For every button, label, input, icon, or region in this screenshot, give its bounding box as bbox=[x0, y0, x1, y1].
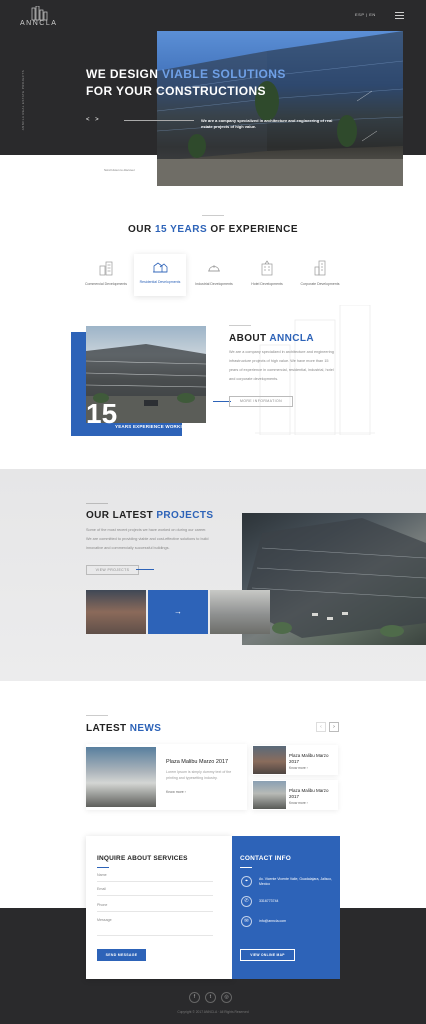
projects-title-a: OUR LATEST bbox=[86, 510, 157, 521]
twitter-icon[interactable]: t bbox=[205, 992, 216, 1003]
hero-title-highlight: VIABLE SOLUTIONS bbox=[162, 67, 286, 81]
news-main-title[interactable]: Plaza Malibu Marzo 2017 bbox=[166, 759, 228, 765]
news-side-card[interactable]: Plaza Malibu Marzo 2017 Know more › bbox=[252, 745, 338, 775]
residential-icon bbox=[153, 262, 168, 273]
corporate-tower-icon bbox=[314, 260, 326, 276]
phone-field[interactable]: Phone bbox=[97, 903, 213, 912]
experience-divider bbox=[202, 215, 224, 216]
years-label: YEARS EXPERIENCE WORKING bbox=[115, 424, 190, 429]
news-prev-button[interactable]: ‹ bbox=[316, 722, 326, 732]
inquire-title: INQUIRE ABOUT SERVICES bbox=[97, 855, 188, 862]
contact-email[interactable]: info@anncla.com bbox=[259, 919, 335, 924]
news-side-know-more-link[interactable]: Know more › bbox=[289, 801, 308, 805]
news-main-text: Lorem Ipsum is simply dummy text of the … bbox=[166, 770, 232, 780]
years-number: 15 bbox=[86, 398, 118, 429]
hero-building-image bbox=[157, 31, 403, 186]
projects-title: OUR LATEST PROJECTS bbox=[86, 510, 213, 521]
news-side-title: Plaza Malibu Marzo 2017 bbox=[289, 788, 329, 799]
category-label: Corporate Developments bbox=[300, 282, 340, 286]
category-label: Industrial Developments bbox=[195, 282, 233, 286]
email-field[interactable]: Email bbox=[97, 887, 213, 896]
office-buildings-icon bbox=[99, 261, 113, 276]
experience-title-a: OUR bbox=[127, 224, 155, 235]
about-title-a: ABOUT bbox=[229, 333, 270, 344]
arrow-right-icon: → bbox=[174, 607, 182, 616]
category-industrial[interactable]: Industrial Developments bbox=[188, 256, 240, 286]
category-commercial[interactable]: Commercial Developments bbox=[80, 256, 132, 286]
phone-icon: ✆ bbox=[241, 896, 252, 907]
logo-text: ANNCLA bbox=[20, 20, 58, 27]
projects-title-highlight: PROJECTS bbox=[156, 510, 214, 521]
hamburger-menu-icon[interactable] bbox=[395, 12, 404, 19]
about-divider bbox=[229, 325, 251, 326]
send-message-button[interactable]: SEND MESSAGE bbox=[97, 949, 146, 961]
category-label: Hotel Developments bbox=[251, 282, 283, 286]
project-thumbnail[interactable] bbox=[86, 590, 146, 634]
category-label: Residential Developments bbox=[139, 280, 181, 284]
view-online-map-button[interactable]: VIEW ONLINE MAP bbox=[240, 949, 295, 961]
about-title: ABOUT ANNCLA bbox=[229, 333, 314, 344]
contact-title: CONTACT INFO bbox=[240, 855, 292, 862]
news-main-image[interactable] bbox=[86, 747, 156, 807]
about-text: We are a company specialized in architec… bbox=[229, 350, 334, 381]
news-title-highlight: NEWS bbox=[129, 723, 162, 734]
language-switcher[interactable]: ESP | EN bbox=[355, 12, 376, 17]
inquire-divider bbox=[97, 867, 109, 868]
message-field[interactable]: Message bbox=[97, 918, 213, 936]
category-corporate[interactable]: Corporate Developments bbox=[294, 256, 346, 286]
hero-description: We are a company specialized in architec… bbox=[201, 118, 333, 129]
experience-title-c: OF EXPERIENCE bbox=[207, 224, 299, 235]
category-residential[interactable]: Residential Developments bbox=[134, 254, 186, 296]
experience-title-highlight: 15 YEARS bbox=[154, 224, 208, 235]
category-label: Commercial Developments bbox=[84, 282, 127, 286]
facebook-icon[interactable]: f bbox=[189, 992, 200, 1003]
project-thumbnail[interactable] bbox=[210, 590, 270, 634]
name-field[interactable]: Name bbox=[97, 873, 213, 882]
scroll-hint[interactable]: Scroll down to discover bbox=[104, 168, 135, 172]
hero-title-part1: WE DESIGN bbox=[86, 67, 163, 81]
instagram-icon[interactable]: ◎ bbox=[221, 992, 232, 1003]
news-side-image bbox=[253, 781, 286, 809]
logo-icon[interactable] bbox=[20, 6, 64, 32]
news-side-image bbox=[253, 746, 286, 774]
location-icon: ⌖ bbox=[241, 876, 252, 887]
hero-title-line2: FOR YOUR CONSTRUCTIONS bbox=[86, 84, 266, 98]
industrial-helmet-icon bbox=[208, 265, 220, 272]
category-hotel[interactable]: Hotel Developments bbox=[241, 256, 293, 286]
contact-phone[interactable]: 3316773744 bbox=[259, 899, 335, 904]
news-side-card[interactable]: Plaza Malibu Marzo 2017 Know more › bbox=[252, 780, 338, 810]
project-thumbnail-next[interactable]: → bbox=[148, 590, 208, 634]
copyright-text: Copyright © 2017 ANNCLA · All Rights Res… bbox=[177, 1010, 249, 1014]
hero-divider bbox=[124, 120, 194, 121]
hero-title: WE DESIGN VIABLE SOLUTIONS FOR YOUR CONS… bbox=[86, 66, 286, 100]
news-next-button[interactable]: › bbox=[329, 722, 339, 732]
projects-button-accent bbox=[136, 569, 154, 570]
news-title-a: LATEST bbox=[86, 723, 130, 734]
vertical-tagline: ANNCLA REAL ESTATE PROJECTS bbox=[21, 70, 25, 131]
view-projects-button[interactable]: VIEW PROJECTS bbox=[86, 565, 139, 575]
contact-divider bbox=[240, 867, 252, 868]
news-main-know-more-link[interactable]: Know more › bbox=[166, 790, 186, 794]
mail-icon: ✉ bbox=[241, 916, 252, 927]
news-title: LATEST NEWS bbox=[86, 723, 161, 734]
news-divider bbox=[86, 715, 108, 716]
hero-slider-arrows[interactable]: < > bbox=[86, 117, 101, 123]
contact-address: Av. Vicente Vicente Valle, Guadalajara, … bbox=[259, 877, 333, 886]
hotel-icon bbox=[261, 260, 273, 276]
about-title-highlight: ANNCLA bbox=[269, 333, 314, 344]
projects-divider bbox=[86, 503, 108, 504]
experience-title: OUR 15 YEARS OF EXPERIENCE bbox=[0, 224, 426, 235]
more-information-button[interactable]: MORE INFORMATION bbox=[229, 396, 293, 407]
news-side-know-more-link[interactable]: Know more › bbox=[289, 766, 308, 770]
news-side-title: Plaza Malibu Marzo 2017 bbox=[289, 753, 329, 764]
projects-text: Some of the most recent projects we have… bbox=[86, 528, 209, 550]
